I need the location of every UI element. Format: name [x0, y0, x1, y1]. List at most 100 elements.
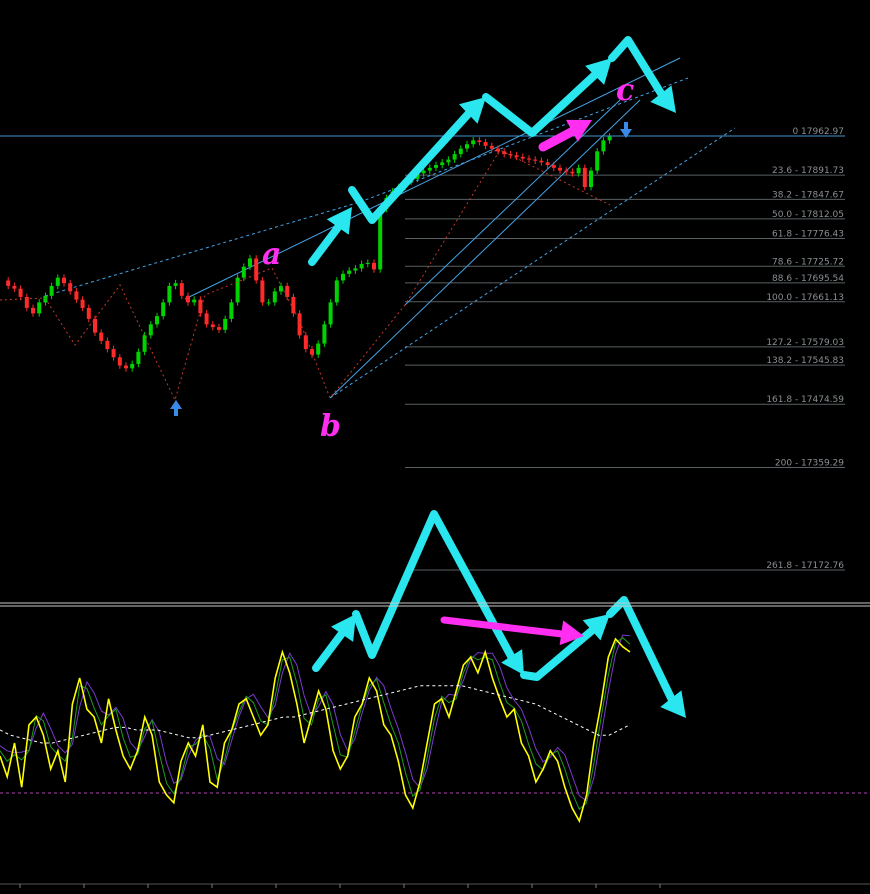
candle-body	[12, 285, 17, 289]
candle-body	[241, 266, 246, 278]
candle-body	[99, 332, 104, 341]
candle-body	[260, 280, 265, 303]
fib-label-38.2: 38.2 - 17847.67	[772, 190, 844, 200]
candle-body	[427, 167, 432, 171]
candle-body	[229, 302, 234, 319]
candle-body	[589, 170, 593, 188]
candle-body	[303, 335, 308, 350]
candle-body	[582, 167, 587, 188]
chart-canvas: 0 17962.97 23.6 - 17891.73 38.2 - 17847.67…	[0, 0, 870, 890]
candle-body	[446, 159, 451, 163]
candle-body	[576, 167, 581, 174]
candle-body	[18, 288, 23, 297]
candle-body	[179, 283, 184, 296]
fib-label-261.8: 261.8 - 17172.76	[766, 561, 844, 571]
candle-body	[328, 302, 333, 325]
candle-body	[291, 296, 296, 314]
wave-label-b: b	[320, 409, 341, 444]
candle-body	[62, 277, 66, 284]
candle-body	[49, 285, 54, 296]
candle-body	[80, 299, 85, 308]
candle-body	[155, 316, 159, 325]
candle-body	[297, 313, 302, 336]
fib-label-0: 0 17962.97	[792, 127, 844, 137]
candle-body	[322, 324, 327, 344]
candle-body	[111, 349, 116, 358]
fib-label-50.0: 50.0 - 17812.05	[772, 210, 844, 220]
trading-chart: 0 17962.97 23.6 - 17891.73 38.2 - 17847.67…	[0, 0, 870, 890]
candle-body	[570, 171, 575, 174]
candle-body	[279, 285, 283, 292]
candle-body	[471, 140, 476, 145]
candle-body	[136, 351, 141, 364]
candle-body	[210, 324, 215, 328]
candle-body	[458, 148, 463, 155]
candle-body	[105, 340, 110, 350]
fib-label-138.2: 138.2 - 17545.83	[766, 356, 844, 366]
candle-body	[223, 318, 228, 330]
fib-label-78.6: 78.6 - 17725.72	[772, 257, 844, 267]
candle-body	[359, 263, 364, 269]
candle-body	[558, 167, 562, 171]
candle-body	[186, 295, 190, 303]
candle-body	[272, 291, 277, 303]
candle-body	[477, 140, 482, 143]
candle-body	[341, 273, 345, 281]
candle-body	[68, 283, 73, 292]
candle-body	[74, 291, 79, 300]
candle-body	[520, 156, 525, 159]
candle-body	[496, 148, 500, 152]
candle-body	[334, 280, 339, 303]
candle-body	[130, 363, 135, 369]
candle-body	[316, 343, 321, 355]
candle-body	[148, 324, 153, 336]
fib-label-100.0: 100.0 - 17661.13	[766, 293, 844, 303]
candle-body	[434, 165, 438, 168]
candle-body	[248, 258, 252, 267]
fib-label-23.6: 23.6 - 17891.73	[772, 166, 844, 176]
candle-body	[564, 170, 569, 172]
candle-body	[372, 262, 376, 270]
candle-body	[37, 302, 42, 314]
candle-body	[440, 162, 445, 166]
candle-body	[86, 307, 91, 319]
candle-body	[353, 268, 358, 271]
candle-body	[266, 302, 271, 304]
candle-body	[545, 162, 550, 166]
candle-body	[204, 313, 209, 325]
fib-label-200: 200 - 17359.29	[775, 459, 844, 469]
candle-body	[365, 262, 370, 264]
candle-body	[452, 154, 457, 160]
fib-label-61.8: 61.8 - 17776.43	[772, 229, 844, 239]
candle-body	[539, 160, 544, 163]
candle-body	[117, 357, 122, 366]
candle-body	[607, 136, 612, 141]
candle-body	[533, 159, 538, 161]
candle-body	[514, 155, 519, 157]
candle-body	[601, 140, 606, 152]
candle-body	[55, 277, 60, 286]
candle-body	[527, 158, 531, 160]
candle-body	[161, 302, 166, 317]
candle-body	[235, 277, 240, 303]
fib-label-161.8: 161.8 - 17474.59	[766, 395, 844, 405]
wave-label-c: c	[616, 73, 634, 108]
candle-body	[421, 170, 426, 174]
candle-body	[6, 280, 11, 286]
candle-body	[483, 142, 488, 146]
candle-body	[347, 270, 352, 274]
candle-body	[489, 145, 494, 149]
candle-body	[192, 299, 197, 303]
fib-label-88.6: 88.6 - 17695.54	[772, 274, 844, 284]
candle-body	[173, 283, 178, 286]
candle-body	[254, 258, 259, 281]
fib-label-127.2: 127.2 - 17579.03	[766, 338, 844, 348]
candle-body	[551, 165, 556, 168]
candle-body	[31, 307, 35, 314]
candle-body	[465, 144, 469, 149]
candle-body	[124, 365, 128, 369]
candle-body	[142, 335, 147, 352]
wave-label-a: a	[262, 237, 281, 272]
candle-body	[595, 151, 600, 171]
candle-body	[167, 285, 172, 303]
